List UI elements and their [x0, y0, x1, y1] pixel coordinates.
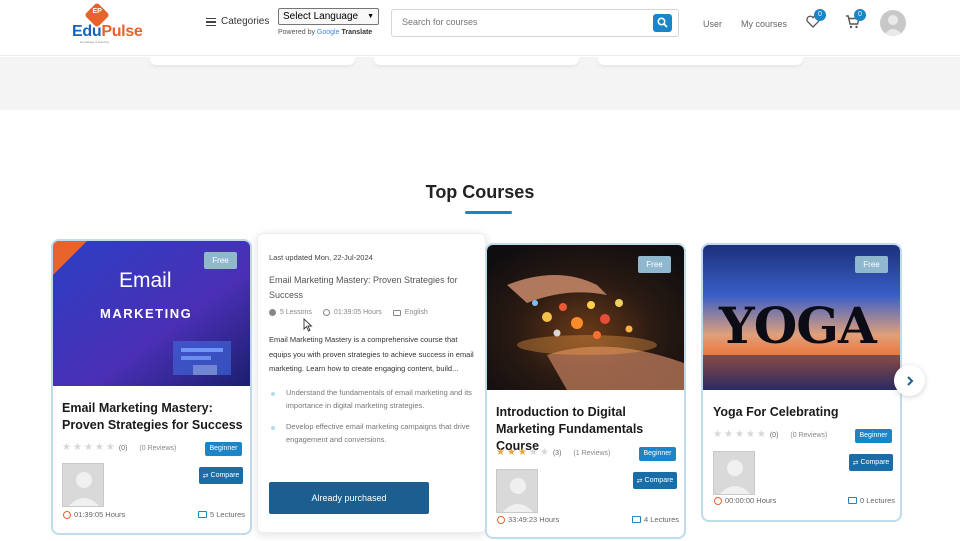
preview-title[interactable]: Email Marketing Mastery: Proven Strategi…: [269, 273, 469, 303]
search-button[interactable]: [653, 14, 672, 32]
clock-icon: [714, 496, 722, 505]
compare-icon: ⇄: [636, 477, 643, 485]
categories-menu[interactable]: Categories: [206, 16, 269, 27]
star-icon: ★: [745, 429, 755, 440]
chevron-down-icon: ▼: [367, 13, 374, 20]
free-badge: Free: [855, 256, 888, 273]
chevron-right-icon: [906, 375, 913, 386]
duration: 33:49:23 Hours: [497, 515, 559, 524]
star-icon: ★: [539, 447, 549, 458]
lecture-icon: [848, 497, 857, 504]
rating-stars: ★ ★ ★ ★ ★ (3) (1 Reviews): [496, 447, 611, 458]
previous-section-band: [0, 57, 960, 110]
clock-icon: [63, 510, 71, 519]
level-badge: Beginner: [639, 447, 676, 461]
level-badge: Beginner: [855, 429, 892, 443]
language-icon: [392, 309, 401, 316]
user-silhouette-icon: [883, 15, 903, 36]
learning-outcomes: Understand the fundamentals of email mar…: [269, 387, 474, 455]
compare-icon: ⇄: [202, 472, 209, 480]
rating-stars: ★ ★ ★ ★ ★ (0) (0 Reviews): [62, 442, 177, 453]
user-avatar[interactable]: [880, 10, 906, 36]
compare-button[interactable]: ⇄ Compare: [849, 454, 893, 471]
title-underline: [465, 211, 512, 214]
course-title[interactable]: Email Marketing Mastery: Proven Strategi…: [62, 400, 247, 434]
lecture-count: 4 Lectures: [632, 515, 679, 524]
top-navbar: EP EduPulse knowledge & learning Categor…: [0, 0, 960, 56]
carousel-next-button[interactable]: [894, 365, 925, 396]
course-title[interactable]: Yoga For Celebrating: [713, 404, 898, 421]
svg-text:MARKETING: MARKETING: [100, 306, 192, 321]
course-card[interactable]: YOGA Free Yoga For Celebrating ★ ★ ★ ★ ★ (0)…: [701, 243, 902, 522]
last-updated: Last updated Mon, 22-Jul-2024: [269, 253, 373, 262]
star-icon: ★: [756, 429, 766, 440]
clock-icon: [497, 515, 505, 524]
compare-icon: ⇄: [852, 459, 859, 467]
rating-stars: ★ ★ ★ ★ ★ (0) (0 Reviews): [713, 429, 828, 440]
mouse-cursor-icon: [303, 318, 313, 332]
star-icon: ★: [723, 429, 733, 440]
star-icon: ★: [734, 429, 744, 440]
instructor-avatar: [496, 469, 538, 513]
course-preview-popover: Last updated Mon, 22-Jul-2024 Email Mark…: [257, 233, 486, 533]
nav-user-link[interactable]: User: [703, 19, 722, 29]
wishlist-button[interactable]: 0: [806, 9, 826, 33]
previous-card-bottom: [374, 57, 579, 65]
google-translate-credit: Powered by Google Translate: [278, 29, 373, 36]
section-title: Top Courses: [425, 182, 535, 202]
cart-count-badge: 0: [854, 9, 866, 21]
free-badge: Free: [204, 252, 237, 269]
star-icon: ★: [506, 447, 516, 458]
star-icon: ★: [94, 442, 104, 453]
logo-text: EduPulse: [72, 23, 143, 40]
star-icon: ★: [496, 447, 505, 458]
course-card[interactable]: Email MARKETING Free Email Marketing Mas…: [51, 239, 252, 535]
preview-description: Email Marketing Mastery is a comprehensi…: [269, 335, 474, 373]
star-icon: ★: [713, 429, 722, 440]
free-badge: Free: [638, 256, 671, 273]
language-select[interactable]: Select Language ▼: [278, 8, 379, 25]
star-icon: ★: [62, 442, 71, 453]
categories-label: Categories: [221, 16, 270, 27]
lecture-icon: [198, 511, 207, 518]
star-icon: ★: [83, 442, 93, 453]
lecture-icon: [632, 516, 641, 523]
compare-button[interactable]: ⇄ Compare: [633, 472, 677, 489]
duration: 00:00:00 Hours: [714, 496, 776, 505]
logo-tagline: knowledge & learning: [80, 40, 109, 44]
search-icon: [657, 17, 668, 28]
star-icon: ★: [528, 447, 538, 458]
already-purchased-button[interactable]: Already purchased: [269, 482, 429, 514]
search-bar: [391, 9, 679, 37]
course-card[interactable]: Free Introduction to Digital Marketing F…: [485, 243, 686, 539]
clock-icon: [322, 309, 330, 316]
level-badge: Beginner: [205, 442, 242, 456]
edupulse-logo[interactable]: EP EduPulse knowledge & learning: [72, 2, 143, 44]
outcome-item: Understand the fundamentals of email mar…: [269, 387, 474, 412]
star-icon: ★: [105, 442, 115, 453]
preview-meta: 5 Lessons 01:39:05 Hours English: [269, 309, 428, 316]
svg-text:YOGA: YOGA: [718, 296, 878, 355]
menu-icon: [206, 17, 216, 26]
duration: 01:39:05 Hours: [63, 510, 125, 519]
previous-card-bottom: [150, 57, 355, 65]
cart-button[interactable]: 0: [845, 9, 866, 34]
lecture-count: 5 Lectures: [198, 510, 245, 519]
outcome-item: Develop effective email marketing campai…: [269, 421, 474, 446]
svg-text:Email: Email: [119, 269, 172, 292]
star-icon: ★: [517, 447, 527, 458]
play-icon: [269, 309, 276, 316]
wishlist-count-badge: 0: [814, 9, 826, 21]
compare-button[interactable]: ⇄ Compare: [199, 467, 243, 484]
instructor-avatar: [62, 463, 104, 507]
lecture-count: 0 Lectures: [848, 496, 895, 505]
instructor-avatar: [713, 451, 755, 495]
search-input[interactable]: [402, 17, 632, 27]
nav-my-courses-link[interactable]: My courses: [741, 19, 787, 29]
star-icon: ★: [72, 442, 82, 453]
previous-card-bottom: [598, 57, 803, 65]
